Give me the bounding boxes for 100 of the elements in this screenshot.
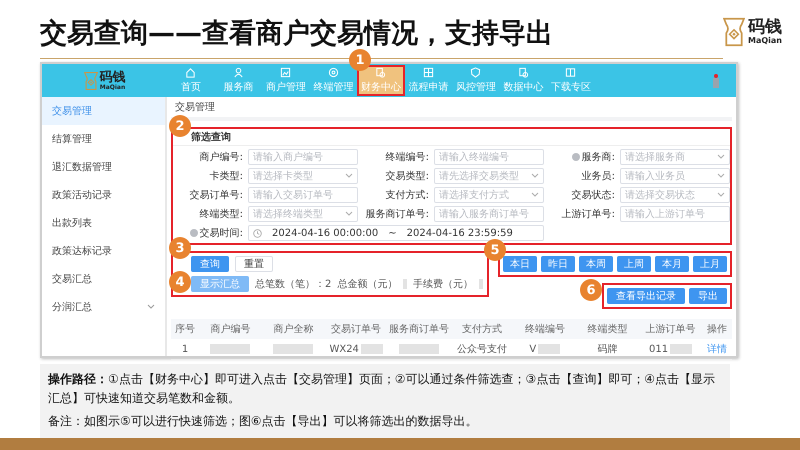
table-cell: WX24: [329, 344, 359, 354]
field-label: 卡类型:: [210, 170, 243, 183]
sidebar-item[interactable]: 政策活动记录: [42, 181, 165, 209]
redacted-value: [403, 279, 408, 289]
input-field[interactable]: 请输入商户编号: [248, 149, 358, 165]
grid-icon: [422, 67, 434, 78]
start-date: 2024-04-16 00:00:00: [272, 228, 378, 238]
sidebar-item[interactable]: 结算管理: [42, 125, 165, 153]
sidebar-item[interactable]: 退汇数据管理: [42, 153, 165, 181]
dropdown-field[interactable]: 请选择服务商: [620, 149, 730, 165]
logo-icon: [84, 70, 98, 92]
dropdown-field[interactable]: 请先选择交易类型: [434, 168, 544, 184]
field-label: 交易时间:: [200, 226, 243, 240]
reset-button[interactable]: 重置: [235, 256, 273, 272]
redacted-value: [399, 344, 440, 354]
table-cell: V: [529, 344, 536, 354]
quick-filter-button[interactable]: 本日: [503, 256, 537, 272]
dropdown-field[interactable]: 请输入业务员: [620, 168, 730, 184]
column-header: 终端编号: [513, 319, 576, 339]
chevron-icon: [147, 304, 155, 310]
dropdown-field[interactable]: 请选择终端类型: [248, 206, 358, 222]
logo-text: 码钱: [748, 19, 782, 36]
input-field[interactable]: 请输入上游订单号: [620, 206, 730, 222]
nav-tab[interactable]: 下载专区: [547, 65, 594, 96]
sidebar-item[interactable]: 出款列表: [42, 209, 165, 237]
nav-tab[interactable]: 财务中心: [357, 65, 404, 96]
table-cell-text: 码牌: [598, 343, 618, 356]
help-icon: [190, 229, 198, 237]
note-paragraph: 备注：如图示⑤可以进行快速筛选；图⑥点击【导出】可以将筛选出的数据导出。: [48, 413, 479, 430]
end-date: 2024-04-16 23:59:59: [406, 228, 513, 238]
slide-title: 交易查询——查看商户交易情况，支持导出: [40, 16, 553, 50]
chevron-icon: [717, 192, 725, 198]
show-summary-button[interactable]: 显示汇总: [191, 276, 249, 292]
details-link[interactable]: 详情: [707, 342, 727, 356]
redacted-value: [538, 344, 560, 354]
house-icon: [185, 67, 196, 78]
dropdown-field[interactable]: 请选择卡类型: [248, 168, 358, 184]
column-header: 交易订单号: [324, 319, 388, 339]
logo-text: 码钱: [100, 70, 126, 84]
export-button[interactable]: 查看导出记录: [607, 288, 685, 304]
table-cell-text: 公众号支付: [456, 342, 507, 356]
column-header: 商户编号: [199, 319, 262, 339]
step-number-badge: 6: [580, 279, 602, 301]
quick-filter-button[interactable]: 昨日: [541, 256, 575, 272]
picture-icon: [280, 67, 292, 78]
column-header: 序号: [171, 319, 199, 339]
nav-tab[interactable]: 首页: [167, 65, 214, 96]
summary-text: 手续费（元）: [413, 278, 474, 291]
column-header: 操作: [702, 319, 732, 339]
chevron-icon: [345, 173, 353, 179]
breadcrumb: 交易管理: [171, 97, 732, 121]
nav-tab[interactable]: 数据中心: [500, 65, 547, 96]
column-header: 商户全称: [262, 319, 325, 339]
sidebar-item[interactable]: 分润汇总: [42, 293, 165, 321]
field-label: 终端编号:: [386, 150, 429, 164]
input-field[interactable]: 请输入终端编号: [434, 149, 544, 165]
field-label: 业务员:: [582, 170, 615, 183]
quick-filter-button[interactable]: 本月: [655, 256, 689, 272]
date-range-field[interactable]: 2024-04-16 00:00:00 ~ 2024-04-16 23:59:59: [248, 225, 544, 241]
redacted-value: [210, 344, 250, 354]
chevron-icon: [717, 173, 725, 179]
quick-filter-button[interactable]: 本周: [579, 256, 613, 272]
field-label: 终端类型:: [200, 208, 243, 221]
summary-text: 总笔数（笔）：2: [255, 278, 332, 291]
quick-filter-button[interactable]: 上月: [693, 256, 727, 272]
nav-tab[interactable]: 商户管理: [262, 65, 310, 96]
shield-icon: [470, 67, 482, 78]
input-field[interactable]: 请输入服务商订单号: [434, 206, 544, 222]
nav-tab[interactable]: 服务商: [214, 65, 262, 96]
nav-tab[interactable]: 流程申请: [404, 65, 452, 96]
column-header: 服务商订单号: [388, 319, 450, 339]
dropdown-field[interactable]: 请选择支付方式: [434, 187, 544, 203]
document-icon: [375, 67, 386, 78]
sidebar-item[interactable]: 政策达标记录: [42, 237, 165, 265]
dropdown-field[interactable]: 请选择交易状态: [620, 187, 730, 203]
step-number-badge: 3: [169, 237, 191, 259]
quick-filter-button[interactable]: 上周: [617, 256, 651, 272]
field-label: 服务商:: [582, 150, 615, 164]
query-button[interactable]: 查询: [191, 256, 229, 272]
redacted-value: [273, 344, 314, 354]
input-field[interactable]: 请输入交易订单号: [248, 187, 358, 203]
nav-tab[interactable]: 风控管理: [452, 65, 500, 96]
step-number-badge: 2: [169, 115, 191, 137]
sidebar-item[interactable]: 交易管理: [42, 97, 165, 125]
user-avatar-icon[interactable]: [712, 74, 720, 88]
summary-text: 总金额（元）: [337, 278, 398, 291]
chevron-icon: [531, 192, 539, 198]
book-icon: [565, 67, 576, 78]
export-button[interactable]: 导出: [689, 288, 727, 304]
column-header: 终端类型: [576, 319, 640, 339]
table-cell: 1: [182, 344, 188, 354]
field-label: 交易类型:: [386, 170, 429, 183]
redacted-value: [360, 344, 383, 354]
step-number-badge: 1: [349, 49, 371, 71]
person-icon: [232, 67, 244, 78]
document-icon: [518, 67, 529, 78]
dial-icon: [328, 67, 339, 78]
field-label: 支付方式:: [386, 188, 429, 202]
panel-title: 筛选查询: [173, 129, 730, 146]
sidebar-item[interactable]: 交易汇总: [42, 265, 165, 293]
